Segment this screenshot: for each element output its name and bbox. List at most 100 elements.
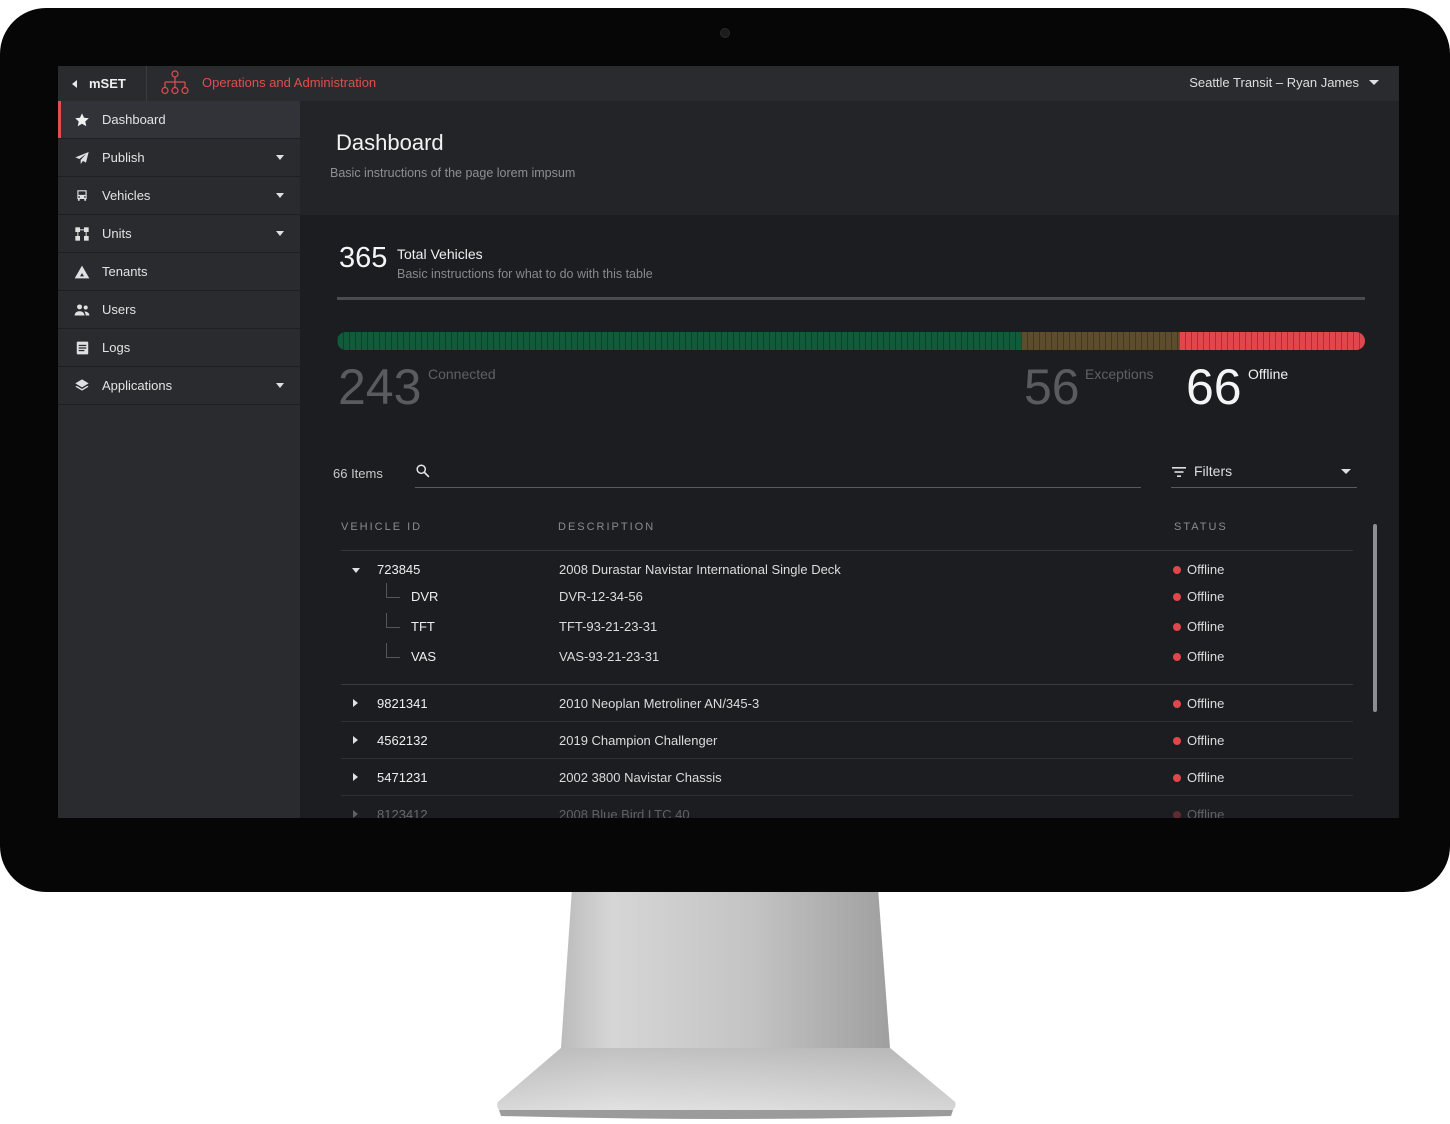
sidebar-item-label: Logs [102, 340, 131, 355]
sidebar-item-vehicles[interactable]: Vehicles [58, 177, 300, 215]
scrollbar[interactable] [1373, 524, 1377, 712]
table-row[interactable]: 9821341 2010 Neoplan Metroliner AN/345-3… [341, 685, 1353, 722]
sidebar-item-units[interactable]: Units [58, 215, 300, 253]
unit-id: TFT [411, 619, 435, 634]
unit-id: DVR [411, 589, 439, 604]
tree-connector [386, 643, 400, 658]
vehicle-id: 9821341 [377, 696, 428, 711]
chevron-down-icon [1341, 469, 1351, 474]
status-bar-connected[interactable] [337, 332, 1022, 350]
status-text: Offline [1187, 807, 1225, 818]
tree-connector [386, 613, 400, 628]
sidebar-item-label: Users [102, 302, 136, 317]
status-text: Offline [1187, 619, 1225, 634]
sub-row[interactable]: VAS VAS-93-21-23-31 Offline [341, 643, 1353, 673]
sidebar-item-users[interactable]: Users [58, 291, 300, 329]
filter-icon [1172, 467, 1186, 477]
table-row[interactable]: 723845 2008 Durastar Navistar Internatio… [341, 551, 1353, 587]
vehicle-id: 4562132 [377, 733, 428, 748]
offline-count: 66 [1186, 359, 1242, 415]
table-row[interactable]: 5471231 2002 3800 Navistar Chassis Offli… [341, 759, 1353, 796]
status-dot-icon [1173, 565, 1181, 574]
items-count: 66 Items [333, 466, 383, 481]
sidebar-item-publish[interactable]: Publish [58, 139, 300, 177]
status-badge: Offline [1173, 770, 1224, 785]
bus-icon [74, 188, 90, 204]
back-button[interactable]: mSET [58, 66, 147, 101]
sidebar-item-label: Applications [102, 378, 173, 393]
unit-description: DVR-12-34-56 [559, 589, 643, 604]
exceptions-label: Exceptions [1085, 366, 1154, 382]
status-badge: Offline [1173, 807, 1224, 818]
status-badge: Offline [1173, 649, 1224, 664]
search-input[interactable] [443, 459, 1137, 485]
column-header-description[interactable]: DESCRIPTION [558, 521, 655, 533]
status-dot-icon [1173, 699, 1181, 708]
connected-label: Connected [428, 366, 496, 382]
connected-count: 243 [338, 359, 422, 415]
status-badge: Offline [1173, 733, 1224, 748]
search-icon [416, 464, 430, 478]
app-name: mSET [89, 76, 126, 91]
chevron-down-icon [1369, 80, 1379, 85]
column-header-vehicle-id[interactable]: VEHICLE ID [341, 521, 422, 533]
filters-dropdown[interactable]: Filters [1171, 455, 1357, 488]
unit-description: TFT-93-21-23-31 [559, 619, 658, 634]
collapse-toggle-icon[interactable] [352, 568, 360, 573]
chevron-down-icon [276, 193, 284, 198]
app-screen: mSET Operations and Administration Seatt… [58, 66, 1399, 818]
vehicle-description: 2019 Champion Challenger [559, 733, 718, 748]
total-vehicles-count: 365 [339, 242, 388, 274]
layers-icon [74, 378, 90, 394]
tree-connector [386, 583, 400, 598]
users-icon [74, 302, 90, 318]
sidebar-item-label: Units [102, 226, 132, 241]
sub-row[interactable]: DVR DVR-12-34-56 Offline [341, 583, 1353, 613]
star-icon [74, 112, 90, 128]
status-bar-offline[interactable] [1179, 332, 1365, 350]
total-vehicles-title: Total Vehicles [397, 246, 483, 262]
offline-label: Offline [1248, 366, 1289, 382]
vehicle-id: 5471231 [377, 770, 428, 785]
chevron-down-icon [276, 155, 284, 160]
status-bar [337, 332, 1365, 350]
sidebar-item-label: Vehicles [102, 188, 151, 203]
paper-plane-icon [74, 150, 90, 166]
chevron-left-icon [72, 79, 77, 88]
sidebar-item-label: Publish [102, 150, 145, 165]
table-row[interactable]: 4562132 2019 Champion Challenger Offline [341, 722, 1353, 759]
monitor-stand [497, 888, 956, 1119]
table-row[interactable]: 8123412 2008 Blue Bird LTC 40 Offline [341, 796, 1353, 818]
chevron-down-icon [276, 383, 284, 388]
status-badge: Offline [1173, 589, 1224, 604]
org-chart-icon [161, 70, 189, 95]
main-content: 365 Total Vehicles Basic instructions fo… [300, 215, 1399, 818]
column-header-status[interactable]: STATUS [1174, 521, 1228, 533]
sidebar-item-label: Dashboard [102, 112, 166, 127]
document-icon [74, 340, 90, 356]
sidebar-item-logs[interactable]: Logs [58, 329, 300, 367]
expand-toggle-icon[interactable] [353, 810, 358, 818]
sidebar-item-applications[interactable]: Applications [58, 367, 300, 405]
expand-toggle-icon[interactable] [353, 773, 358, 781]
units-icon [74, 226, 90, 242]
sidebar-item-label: Tenants [102, 264, 148, 279]
sidebar-item-tenants[interactable]: Tenants [58, 253, 300, 291]
vehicle-id: 8123412 [377, 807, 428, 818]
account-menu[interactable]: Seattle Transit – Ryan James [1189, 75, 1379, 90]
sub-row[interactable]: TFT TFT-93-21-23-31 Offline [341, 613, 1353, 643]
status-text: Offline [1187, 770, 1225, 785]
expand-toggle-icon[interactable] [353, 736, 358, 744]
status-badge: Offline [1173, 562, 1224, 577]
account-label: Seattle Transit – Ryan James [1189, 75, 1359, 90]
unit-id: VAS [411, 649, 437, 664]
section-title: Operations and Administration [202, 75, 377, 90]
status-bar-exceptions[interactable] [1021, 332, 1180, 350]
status-text: Offline [1187, 733, 1225, 748]
top-bar: mSET Operations and Administration Seatt… [58, 66, 1399, 101]
sidebar-item-dashboard[interactable]: Dashboard [58, 101, 300, 139]
divider [337, 297, 1365, 300]
unit-description: VAS-93-21-23-31 [559, 649, 660, 664]
expand-toggle-icon[interactable] [353, 699, 358, 707]
status-text: Offline [1187, 589, 1225, 604]
